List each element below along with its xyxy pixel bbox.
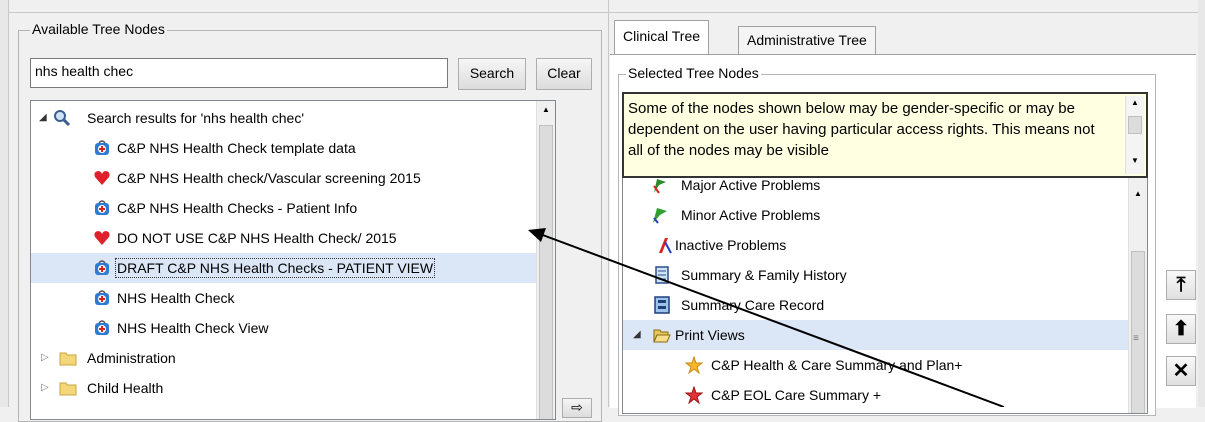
annotation-arrow (528, 228, 1005, 407)
